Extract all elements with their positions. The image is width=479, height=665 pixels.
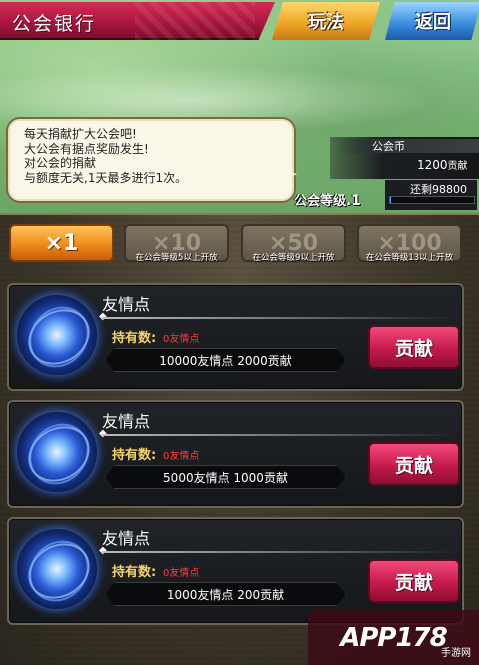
remaining-progress-fill xyxy=(390,197,391,203)
holding-value: 0友情点 xyxy=(163,568,200,579)
contribution-card: 友情点 ◆ 持有数: 0友情点 1000友情点 200贡献 贡献 xyxy=(7,517,464,625)
title-bar: 公会银行 xyxy=(0,2,275,40)
card-divider xyxy=(102,434,456,436)
holding-value: 0友情点 xyxy=(163,451,200,462)
watermark-sub: 手游网 xyxy=(441,648,471,659)
guild-coin-label-bar xyxy=(338,139,479,153)
remaining-progress-bar xyxy=(389,196,475,204)
multiplier-x1-button[interactable]: ×1 xyxy=(9,224,114,262)
guild-level: 公会等级.1 xyxy=(294,190,361,209)
guild-coin-unit: 贡献 xyxy=(447,161,468,172)
friendship-orb-icon xyxy=(17,295,97,375)
bubble-tail xyxy=(275,166,297,184)
cost-text: 10000友情点 2000贡献 xyxy=(105,348,346,372)
info-bubble: 每天捐献扩大公会吧! 大公会有据点奖励发生! 对公会的捐献 与额度无关,1天最多… xyxy=(6,117,296,203)
rules-button[interactable]: 玩法 xyxy=(272,2,380,40)
page-title: 公会银行 xyxy=(12,13,97,35)
bubble-line-4: 与额度无关,1天最多进行1次。 xyxy=(24,170,188,185)
holding-label: 持有数: xyxy=(112,565,157,580)
multiplier-x10-note: 在公会等级5以上开放 xyxy=(135,253,218,263)
multiplier-x100-note: 在公会等级13以上开放 xyxy=(365,253,454,263)
contribute-button[interactable]: 贡献 xyxy=(368,442,460,486)
contribution-card: 友情点 ◆ 持有数: 0友情点 10000友情点 2000贡献 贡献 xyxy=(7,283,464,391)
bubble-line-2: 大公会有据点奖励发生! xyxy=(24,141,149,156)
back-button[interactable]: 返回 xyxy=(385,2,479,40)
holding-value: 0友情点 xyxy=(163,334,200,345)
multiplier-x50-note: 在公会等级9以上开放 xyxy=(252,253,335,263)
bubble-line-3: 对公会的捐献 xyxy=(24,156,97,170)
cost-text: 5000友情点 1000贡献 xyxy=(105,465,346,489)
contribute-button[interactable]: 贡献 xyxy=(368,559,460,603)
card-divider xyxy=(102,317,456,319)
contribute-button[interactable]: 贡献 xyxy=(368,325,460,369)
guild-coin-label: 公会币 xyxy=(372,140,405,153)
guild-level-label: 公会等级. xyxy=(294,194,351,209)
card-divider xyxy=(102,551,456,553)
friendship-orb-icon xyxy=(17,412,97,492)
friendship-orb-icon xyxy=(17,529,97,609)
cost-text: 1000友情点 200贡献 xyxy=(105,582,346,606)
site-watermark: APP178 手游网 xyxy=(308,610,479,665)
holding-label: 持有数: xyxy=(112,448,157,463)
guild-coin-value: 1200贡献 xyxy=(417,157,468,172)
contribution-card: 友情点 ◆ 持有数: 0友情点 5000友情点 1000贡献 贡献 xyxy=(7,400,464,508)
watermark-text: APP178 xyxy=(340,622,448,653)
guild-coin-amount: 1200 xyxy=(417,158,448,172)
guild-level-value: 1 xyxy=(350,193,361,209)
remaining-text: 还剩98800 xyxy=(410,183,467,196)
holding-label: 持有数: xyxy=(112,331,157,346)
title-bar-pattern xyxy=(135,2,255,40)
bubble-line-1: 每天捐献扩大公会吧! xyxy=(24,127,137,141)
